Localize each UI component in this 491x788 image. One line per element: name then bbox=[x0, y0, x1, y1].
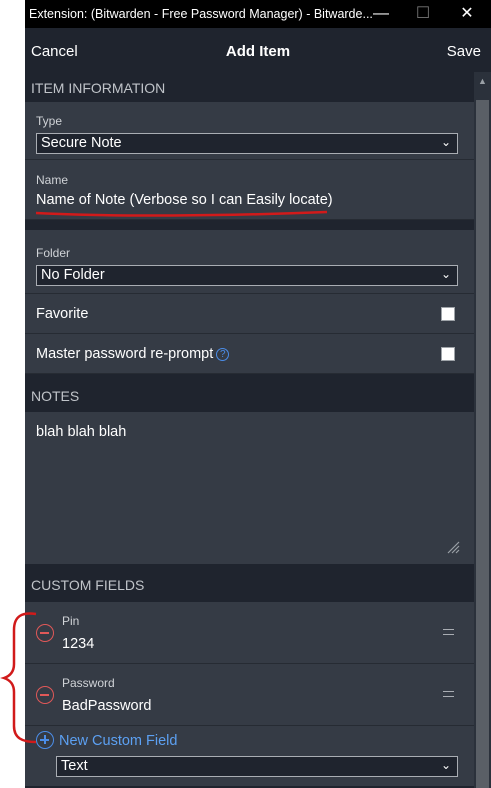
type-select[interactable]: Secure Note ⌄ bbox=[36, 133, 458, 154]
folder-label: Folder bbox=[36, 246, 71, 260]
reprompt-row: Master password re-prompt? bbox=[25, 334, 474, 374]
type-label: Type bbox=[36, 114, 63, 128]
custom-field-label: Password bbox=[62, 676, 115, 690]
name-underline-annotation bbox=[35, 210, 328, 217]
title-bar: Extension: (Bitwarden - Free Password Ma… bbox=[25, 0, 491, 28]
resize-grip-icon[interactable] bbox=[446, 540, 460, 554]
maximize-icon[interactable]: ☐ bbox=[413, 4, 433, 24]
new-custom-field-button[interactable]: New Custom Field bbox=[25, 726, 474, 756]
close-icon[interactable]: ✕ bbox=[457, 4, 477, 24]
scrollbar-thumb[interactable] bbox=[476, 100, 489, 788]
scrollbar[interactable]: ▲ bbox=[474, 72, 491, 788]
scroll-up-icon[interactable]: ▲ bbox=[478, 76, 487, 86]
chevron-down-icon: ⌄ bbox=[440, 267, 451, 281]
type-select-value: Secure Note bbox=[41, 135, 122, 151]
question-circle-icon[interactable]: ? bbox=[216, 348, 230, 361]
custom-field-value[interactable]: 1234 bbox=[62, 636, 94, 652]
custom-field-row: Pin 1234 bbox=[25, 602, 474, 664]
extension-window: Extension: (Bitwarden - Free Password Ma… bbox=[25, 0, 491, 788]
folder-select[interactable]: No Folder ⌄ bbox=[36, 265, 458, 286]
window-title: Extension: (Bitwarden - Free Password Ma… bbox=[29, 7, 373, 21]
item-information-header: ITEM INFORMATION bbox=[31, 80, 166, 96]
page-title: Add Item bbox=[225, 43, 291, 60]
custom-fields-header: CUSTOM FIELDS bbox=[31, 577, 145, 593]
field-type-select-value: Text bbox=[61, 758, 88, 774]
favorite-row: Favorite bbox=[25, 294, 474, 334]
drag-handle-icon[interactable] bbox=[443, 691, 454, 697]
favorite-checkbox[interactable] bbox=[441, 307, 455, 321]
custom-field-label: Pin bbox=[62, 614, 80, 628]
plus-circle-icon bbox=[36, 731, 54, 749]
notes-textarea[interactable]: blah blah blah bbox=[25, 412, 474, 564]
minimize-icon[interactable]: — bbox=[371, 4, 391, 24]
name-row: Name Name of Note (Verbose so I can Easi… bbox=[25, 160, 474, 220]
notes-text: blah blah blah bbox=[36, 424, 127, 440]
remove-field-icon[interactable] bbox=[36, 686, 54, 704]
remove-field-icon[interactable] bbox=[36, 624, 54, 642]
header-bar: Cancel Add Item Save bbox=[25, 28, 491, 72]
favorite-label: Favorite bbox=[36, 306, 89, 322]
field-type-select[interactable]: Text ⌄ bbox=[56, 756, 458, 777]
custom-field-row: Password BadPassword bbox=[25, 664, 474, 726]
custom-field-value[interactable]: BadPassword bbox=[62, 698, 151, 714]
chevron-down-icon: ⌄ bbox=[440, 758, 451, 772]
reprompt-label: Master password re-prompt bbox=[36, 346, 214, 362]
new-field-type-row: Text ⌄ bbox=[25, 756, 474, 786]
add-item-form: ITEM INFORMATION Type Secure Note ⌄ Name… bbox=[25, 72, 474, 786]
notes-header: NOTES bbox=[31, 388, 80, 404]
save-button[interactable]: Save bbox=[447, 43, 481, 60]
chevron-down-icon: ⌄ bbox=[440, 135, 451, 149]
folder-row: Folder No Folder ⌄ bbox=[25, 230, 474, 294]
type-row: Type Secure Note ⌄ bbox=[25, 102, 474, 160]
drag-handle-icon[interactable] bbox=[443, 629, 454, 635]
reprompt-checkbox[interactable] bbox=[441, 347, 455, 361]
folder-select-value: No Folder bbox=[41, 267, 105, 283]
new-custom-field-label[interactable]: New Custom Field bbox=[59, 733, 177, 749]
